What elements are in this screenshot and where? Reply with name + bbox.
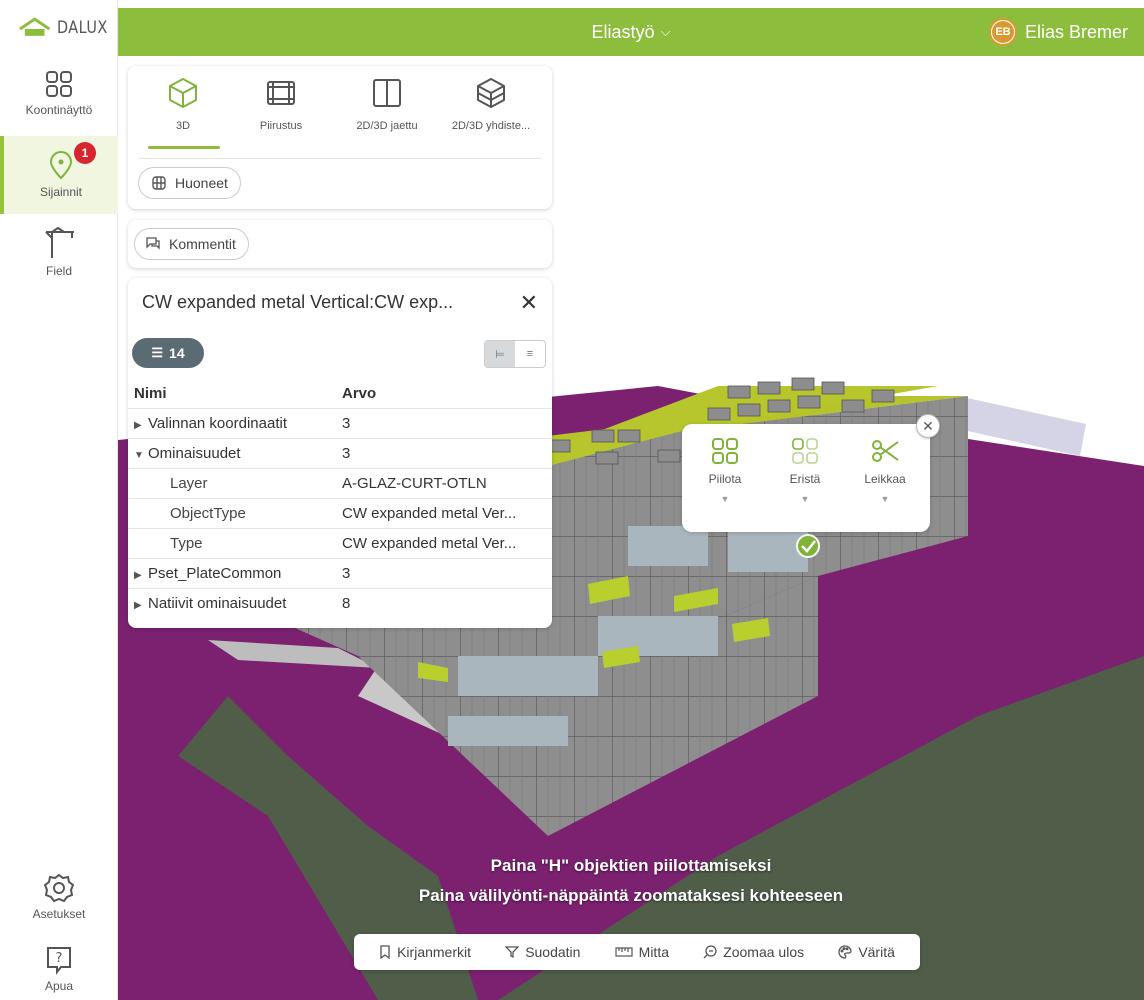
tab-3d[interactable]: 3D [140,76,226,132]
comment-icon [146,237,160,250]
table-row[interactable]: Layer A-GLAZ-CURT-OTLN [128,468,552,498]
project-name: Eliastyö [591,21,655,42]
sidebar-item-settings[interactable]: Asetukset [0,862,118,932]
bookmarks-button[interactable]: Kirjanmerkit [379,944,471,960]
bookmark-icon [380,945,390,959]
avatar: EB [988,18,1017,46]
table-row[interactable]: ▶ Natiivit ominaisuudet 8 [128,588,552,618]
measure-button[interactable]: Mitta [615,944,669,960]
combined-view-icon [477,78,505,108]
collapse-icon[interactable]: ▼ [134,450,148,461]
comments-button[interactable]: Kommentit [134,228,249,260]
table-row[interactable]: Type CW expanded metal Ver... [128,528,552,558]
filter-icon [505,946,520,959]
hide-label: Piilota [708,472,742,486]
cube-icon [169,78,197,108]
hint-hide: Paina "H" objektien piilottamiseksi [490,856,772,875]
sidebar-item-label: Asetukset [32,907,86,921]
list-icon: ☰ [151,345,164,360]
property-count-badge[interactable]: ☰ 14 [132,338,204,368]
sidebar: DALUX Koontinäyttö 1 Sijainnit Field Ase… [0,0,118,1000]
dalux-logo[interactable]: DALUX [0,0,117,56]
active-tab-indicator [148,146,220,149]
gear-icon [44,873,74,903]
hide-icon [712,438,738,464]
house-logo-icon [19,17,51,36]
properties-panel: CW expanded metal Vertical:CW exp... ✕ ☰… [128,278,552,628]
comments-panel: Kommentit [128,220,552,268]
help-icon: ? [47,947,71,975]
rooms-icon [152,176,166,190]
close-icon[interactable]: ✕ [520,290,538,316]
sidebar-item-label: Koontinäyttö [25,103,93,117]
sidebar-item-label: Apua [44,979,74,993]
table-row[interactable]: ▶ Valinnan koordinaatit 3 [128,408,552,438]
expand-icon[interactable]: ▶ [134,570,148,581]
location-pin-icon [49,151,73,180]
svg-text:?: ? [56,951,63,966]
sidebar-item-help[interactable]: ? Apua [0,938,118,1000]
chevron-down-icon: ⌵ [660,24,671,39]
isolate-button[interactable]: Eristä ▼ [770,436,840,504]
caret-down-icon[interactable]: ▼ [881,494,890,504]
tree-view-icon[interactable]: ⊨ [485,341,515,367]
colorize-button[interactable]: Väritä [838,944,895,960]
crane-icon [45,226,74,258]
object-context-menu: Piilota ▼ Eristä ▼ Leikkaa ▼ [682,424,930,532]
top-bar: Eliastyö ⌵ EB Elias Bremer [118,8,1144,56]
caret-down-icon[interactable]: ▼ [801,494,810,504]
zoom-out-button[interactable]: Zoomaa ulos [703,944,804,960]
tab-label: 2D/3D yhdiste... [451,120,531,132]
ruler-icon [615,947,633,957]
user-name: Elias Bremer [1024,21,1128,42]
comments-label: Kommentit [169,236,236,252]
column-header-value: Arvo [342,384,377,402]
table-row[interactable]: ▶ Pset_PlateCommon 3 [128,558,552,588]
sidebar-item-label: Field [45,264,72,278]
tab-combined-view[interactable]: 2D/3D yhdiste... [448,76,534,132]
filter-button[interactable]: Suodatin [505,944,580,960]
cut-button[interactable]: Leikkaa ▼ [850,436,920,504]
caret-down-icon[interactable]: ▼ [721,494,730,504]
isolate-icon [792,438,818,464]
table-header: Nimi Arvo [128,378,552,408]
tab-split-view[interactable]: 2D/3D jaettu [344,76,430,132]
object-title: CW expanded metal Vertical:CW exp... [142,292,454,312]
rooms-label: Huoneet [175,175,228,191]
drawing-icon [267,81,295,105]
hint-zoom: Paina välilyönti-näppäintä zoomataksesi … [418,886,844,905]
tab-drawing[interactable]: Piirustus [238,76,324,132]
bottom-toolbar: Kirjanmerkit Suodatin Mitta Zoomaa ulos … [354,934,920,970]
scissors-icon [872,440,899,462]
properties-table: Nimi Arvo ▶ Valinnan koordinaatit 3 ▼ Omin… [128,378,552,618]
table-row[interactable]: ObjectType CW expanded metal Ver... [128,498,552,528]
split-view-icon [373,79,401,107]
sidebar-item-dashboard[interactable]: Koontinäyttö [0,56,118,130]
isolate-label: Eristä [789,472,821,486]
user-menu[interactable]: EB Elias Bremer [988,8,1128,56]
hide-button[interactable]: Piilota ▼ [690,436,760,504]
view-mode-panel: 3D Piirustus 2D/3D jaettu 2D/3D yhdiste.… [128,66,552,209]
tab-label: 2D/3D jaettu [356,120,418,132]
tab-label: 3D [175,120,191,132]
notification-badge: 1 [74,142,96,164]
sidebar-item-locations[interactable]: 1 Sijainnit [0,136,118,214]
context-close-icon[interactable]: ✕ [916,414,940,438]
sidebar-item-field[interactable]: Field [0,214,118,290]
rooms-button[interactable]: Huoneet [138,167,241,199]
zoom-out-icon [703,945,717,959]
column-header-name: Nimi [134,384,167,402]
palette-icon [838,945,852,959]
divider [138,158,542,159]
tab-label: Piirustus [259,120,303,132]
view-toggle: ⊨ ≡ [484,340,546,368]
cut-label: Leikkaa [864,472,906,486]
dashboard-icon [46,71,72,97]
sidebar-item-label: Sijainnit [39,185,83,199]
expand-icon[interactable]: ▶ [134,420,148,431]
table-row[interactable]: ▼ Ominaisuudet 3 [128,438,552,468]
expand-icon[interactable]: ▶ [134,600,148,611]
logo-text: DALUX [57,18,109,38]
list-view-icon[interactable]: ≡ [515,341,545,367]
